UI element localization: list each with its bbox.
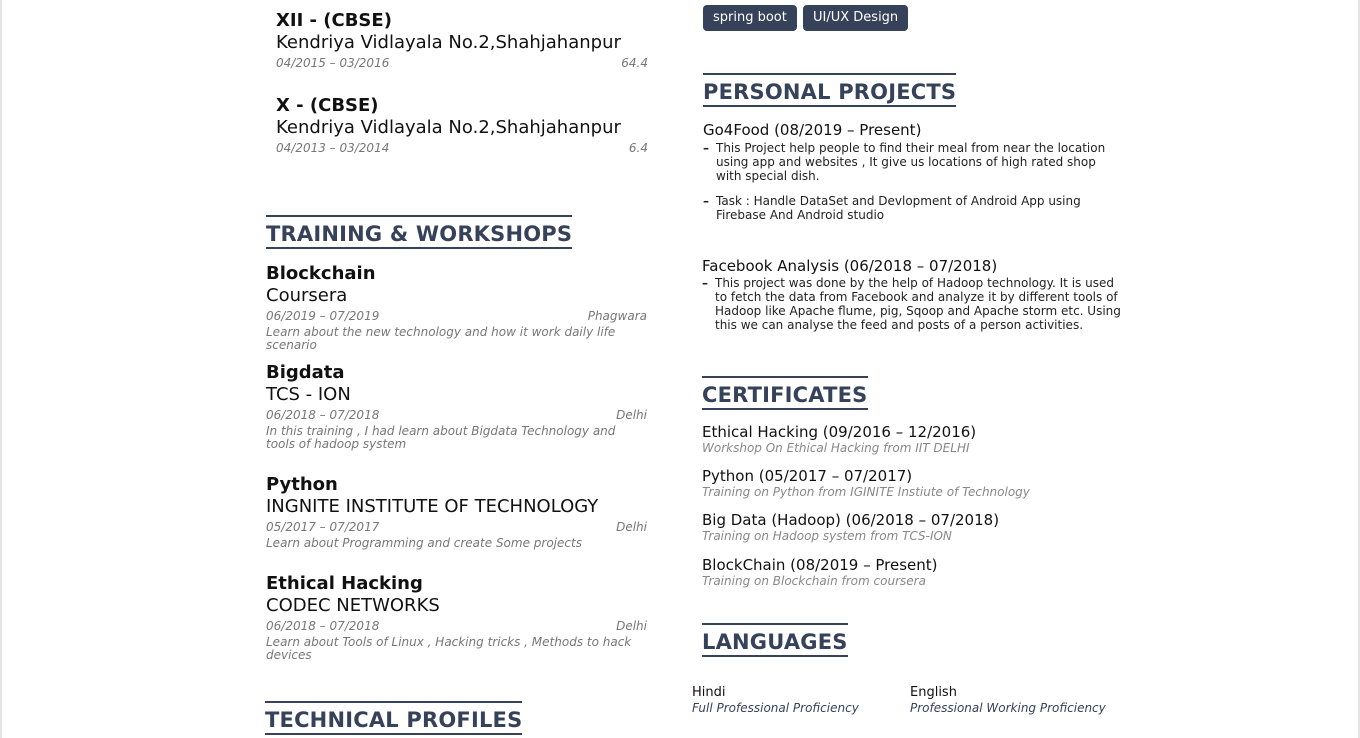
education-title: XII - (CBSE) [276,10,392,31]
language-name: Hindi [692,685,726,700]
project-item: Go4Food (08/2019 – Present) – This Proje… [703,121,1123,222]
certificate-desc: Training on Hadoop system from TCS-ION [702,529,952,543]
certificate-desc: Training on Blockchain from coursera [702,574,926,588]
certificate-item: BlockChain (08/2019 – Present) Training … [702,556,938,588]
education-meta: 04/2013 – 03/2014 6.4 [276,141,648,155]
education-dates: 04/2015 – 03/2016 [276,56,390,70]
certificate-item: Ethical Hacking (09/2016 – 12/2016) Work… [702,423,976,455]
training-desc: Learn about Programming and create Some … [266,536,582,550]
language-item: Hindi Full Professional Proficiency [692,685,859,716]
certificate-title: Big Data (Hadoop) (06/2018 – 07/2018) [702,511,1000,529]
training-meta: 05/2017 – 07/2017 Delhi [266,520,647,534]
education-school: Kendriya Vidlayala No.2,Shahjahanpur [276,117,621,138]
language-name: English [910,685,957,700]
certificate-item: Python (05/2017 – 07/2017) Training on P… [702,467,1030,499]
education-score: 6.4 [628,141,648,155]
certificate-title: Ethical Hacking (09/2016 – 12/2016) [702,423,977,441]
language-level: Professional Working Proficiency [910,701,1106,715]
education-school: Kendriya Vidlayala No.2,Shahjahanpur [276,32,621,53]
projects-heading: PERSONAL PROJECTS [703,73,957,107]
education-item: XII - (CBSE) Kendriya Vidlayala No.2,Sha… [276,10,648,70]
training-meta: 06/2018 – 07/2018 Delhi [266,619,647,633]
training-location: Phagwara [587,309,647,323]
training-title: Ethical Hacking [266,573,423,594]
training-item: Blockchain Coursera 06/2019 – 07/2019 Ph… [266,263,647,352]
languages-heading: LANGUAGES [702,623,848,657]
project-bullet-text: Task : Handle DataSet and Devlopment of … [716,194,1081,222]
skill-tag: spring boot [703,5,797,31]
project-item: Facebook Analysis (06/2018 – 07/2018) – … [702,257,1123,332]
certificates-heading: CERTIFICATES [702,376,868,410]
bullet-dash-icon: – [703,194,709,208]
training-heading: TRAINING & WORKSHOPS [266,215,573,249]
bullet-dash-icon: – [702,276,708,290]
certificate-desc: Training on Python from IGINITE Instiute… [702,485,1030,499]
certificate-title: Python (05/2017 – 07/2017) [702,467,913,485]
language-item: English Professional Working Proficiency [910,685,1106,716]
training-desc: In this training , I had learn about Big… [266,424,616,451]
certificate-item: Big Data (Hadoop) (06/2018 – 07/2018) Tr… [702,511,999,543]
training-desc: Learn about Tools of Linux , Hacking tri… [266,635,632,662]
training-location: Delhi [616,408,647,422]
training-dates: 06/2018 – 07/2018 [266,619,380,633]
education-title: X - (CBSE) [276,95,379,116]
education-item: X - (CBSE) Kendriya Vidlayala No.2,Shahj… [276,95,648,155]
training-dates: 06/2018 – 07/2018 [266,408,380,422]
training-dates: 05/2017 – 07/2017 [266,520,380,534]
page-edge-left [0,0,2,738]
certificate-desc: Workshop On Ethical Hacking from IIT DEL… [702,441,970,455]
training-item: Python INGNITE INSTITUTE OF TECHNOLOGY 0… [266,474,647,550]
bullet-dash-icon: – [703,141,709,155]
training-dates: 06/2019 – 07/2019 [266,309,380,323]
project-bullet: – Task : Handle DataSet and Devlopment o… [703,194,1123,222]
skill-tag: UI/UX Design [803,5,909,31]
training-title: Blockchain [266,263,376,284]
training-org: TCS - ION [266,384,351,405]
training-location: Delhi [616,520,647,534]
project-bullet: – This project was done by the help of H… [702,276,1123,332]
training-desc: Learn about the new technology and how i… [266,325,616,352]
technical-profiles-heading: TECHNICAL PROFILES [265,701,523,735]
training-item: Bigdata TCS - ION 06/2018 – 07/2018 Delh… [266,362,647,451]
education-score: 64.4 [621,56,648,70]
project-bullet-text: This project was done by the help of Had… [715,276,1121,332]
education-meta: 04/2015 – 03/2016 64.4 [276,56,648,70]
training-org: CODEC NETWORKS [266,595,440,616]
training-title: Python [266,474,338,495]
project-title: Go4Food (08/2019 – Present) [703,121,922,139]
project-title: Facebook Analysis (06/2018 – 07/2018) [702,257,998,275]
certificate-title: BlockChain (08/2019 – Present) [702,556,938,574]
project-bullet: – This Project help people to find their… [703,141,1123,183]
training-meta: 06/2019 – 07/2019 Phagwara [266,309,647,323]
language-level: Full Professional Proficiency [692,701,859,715]
training-meta: 06/2018 – 07/2018 Delhi [266,408,647,422]
project-bullet-text: This Project help people to find their m… [716,141,1106,183]
education-dates: 04/2013 – 03/2014 [276,141,390,155]
training-location: Delhi [616,619,647,633]
training-title: Bigdata [266,362,345,383]
training-org: Coursera [266,285,348,306]
training-item: Ethical Hacking CODEC NETWORKS 06/2018 –… [266,573,647,662]
training-org: INGNITE INSTITUTE OF TECHNOLOGY [266,496,599,517]
